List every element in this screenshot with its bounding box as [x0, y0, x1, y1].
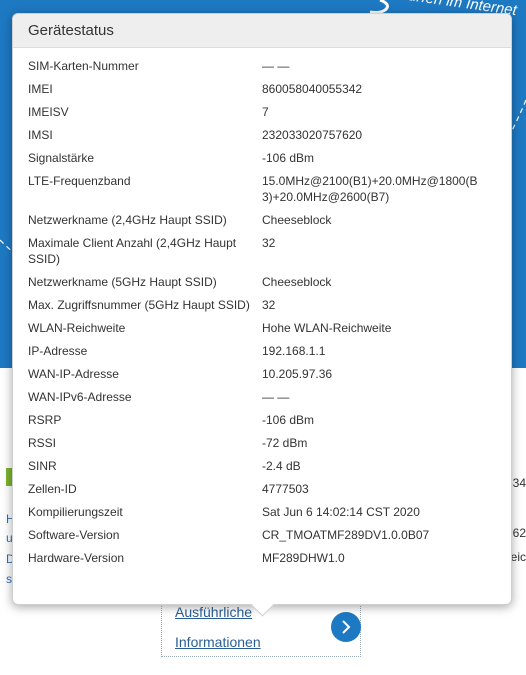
status-label: Maximale Client Anzahl (2,4GHz Haupt SSI… [28, 236, 237, 266]
status-value: 15.0MHz@2100(B1)+20.0MHz@1800(B3)+20.0MH… [262, 174, 478, 204]
status-label: WAN-IPv6-Adresse [28, 390, 132, 404]
status-label: Hardware-Version [28, 551, 125, 565]
device-status-popup: Gerätestatus SIM-Karten-Nummer — — IMEI 86… [12, 13, 512, 617]
status-row: SIM-Karten-Nummer — — [13, 55, 511, 78]
status-label: Kompilierungszeit [28, 505, 123, 519]
details-link[interactable]: Informationen [175, 634, 261, 650]
status-label: WLAN-Reichweite [28, 321, 126, 335]
status-value: MF289DHW1.0 [262, 551, 345, 565]
status-row: Kompilierungszeit Sat Jun 6 14:02:14 CST … [13, 501, 511, 524]
status-value: -106 dBm [262, 151, 315, 165]
status-value: 232033020757620 [262, 128, 363, 142]
status-label: RSSI [28, 436, 57, 450]
status-row: IP-Adresse 192.168.1.1 [13, 340, 511, 363]
status-row: Max. Zugriffsnummer (5GHz Haupt SSID) 32 [13, 294, 511, 317]
status-row: Hardware-Version MF289DHW1.0 [13, 547, 511, 570]
details-button[interactable] [331, 612, 361, 642]
status-value: — — [262, 390, 290, 404]
status-label: IMEISV [28, 105, 69, 119]
status-label: WAN-IP-Adresse [28, 367, 119, 381]
status-label: IP-Adresse [28, 344, 88, 358]
status-label: LTE-Frequenzband [28, 174, 131, 188]
status-label: Max. Zugriffsnummer (5GHz Haupt SSID) [28, 298, 250, 312]
status-value: -106 dBm [262, 413, 315, 427]
popup-title: Gerätestatus [13, 14, 511, 48]
status-row: RSSI -72 dBm [13, 432, 511, 455]
status-label: Zellen-ID [28, 482, 77, 496]
status-value: 7 [262, 105, 269, 119]
status-value: 4777503 [262, 482, 309, 496]
status-value: CR_TMOATMF289DV1.0.0B07 [262, 528, 430, 542]
status-row: IMEISV 7 [13, 101, 511, 124]
status-label: SIM-Karten-Nummer [28, 59, 139, 73]
chevron-right-icon [342, 620, 351, 634]
status-value: 32 [262, 236, 276, 250]
status-row: IMSI 232033020757620 [13, 124, 511, 147]
status-row: Zellen-ID 4777503 [13, 478, 511, 501]
status-value: Cheeseblock [262, 275, 332, 289]
status-row: LTE-Frequenzband 15.0MHz@2100(B1)+20.0MHz… [13, 170, 511, 209]
status-value: 10.205.97.36 [262, 367, 333, 381]
status-row: WAN-IPv6-Adresse — — [13, 386, 511, 409]
status-label: Netzwerkname (5GHz Haupt SSID) [28, 275, 217, 289]
status-value: -2.4 dB [262, 459, 301, 473]
status-value: 860058040055342 [262, 82, 363, 96]
status-row: Signalstärke -106 dBm [13, 147, 511, 170]
status-value: Cheeseblock [262, 213, 332, 227]
status-value: Sat Jun 6 14:02:14 CST 2020 [262, 505, 420, 519]
status-label: IMEI [28, 82, 53, 96]
details-link[interactable]: Ausführliche [175, 604, 252, 620]
status-value: 192.168.1.1 [262, 344, 326, 358]
status-row: SINR -2.4 dB [13, 455, 511, 478]
status-row: RSRP -106 dBm [13, 409, 511, 432]
status-label: Signalstärke [28, 151, 95, 165]
status-label: RSRP [28, 413, 62, 427]
status-label: Software-Version [28, 528, 120, 542]
status-value: -72 dBm [262, 436, 308, 450]
status-table: SIM-Karten-Nummer — — IMEI 860058040055342… [13, 48, 511, 570]
status-row: WAN-IP-Adresse 10.205.97.36 [13, 363, 511, 386]
status-value: — — [262, 59, 290, 73]
right-peek-text: eic [510, 550, 526, 564]
status-label: SINR [28, 459, 57, 473]
status-label: Netzwerkname (2,4GHz Haupt SSID) [28, 213, 227, 227]
status-row: IMEI 860058040055342 [13, 78, 511, 101]
status-row: Maximale Client Anzahl (2,4GHz Haupt SSI… [13, 232, 511, 271]
status-value: Hohe WLAN-Reichweite [262, 321, 392, 335]
status-label: IMSI [28, 128, 53, 142]
status-row: Netzwerkname (5GHz Haupt SSID) Cheesebloc… [13, 271, 511, 294]
status-value: 32 [262, 298, 276, 312]
status-row: Netzwerkname (2,4GHz Haupt SSID) Cheesebl… [13, 209, 511, 232]
status-row: WLAN-Reichweite Hohe WLAN-Reichweite [13, 317, 511, 340]
status-row: Software-Version CR_TMOATMF289DV1.0.0B07 [13, 524, 511, 547]
